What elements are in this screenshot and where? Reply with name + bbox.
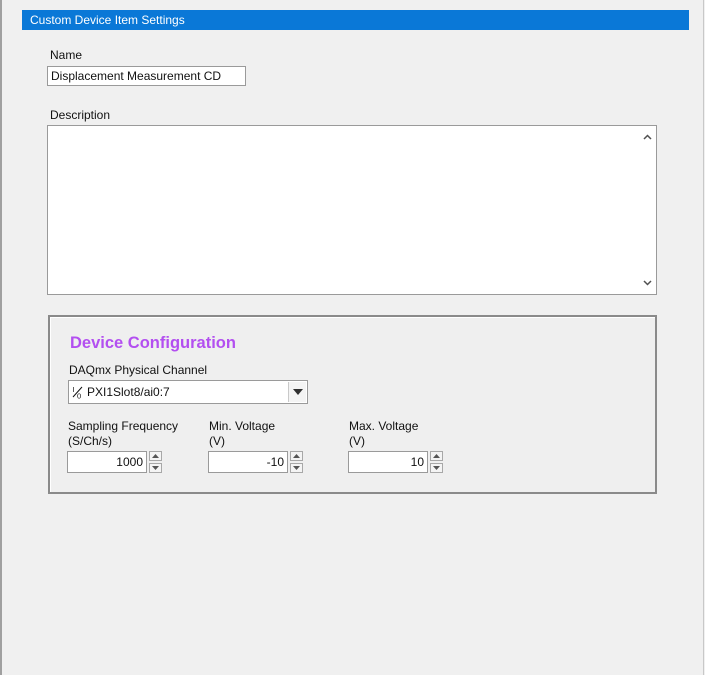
max-voltage-label: Max. Voltage [349,419,419,433]
sampling-frequency-input[interactable]: 1000 [67,451,147,473]
device-configuration-title: Device Configuration [70,334,236,352]
min-voltage-input[interactable]: -10 [208,451,288,473]
max-voltage-increment-icon[interactable] [430,451,443,461]
physical-channel-value: PXI1Slot8/ai0:7 [87,385,170,399]
window-right-border [703,0,704,675]
name-label: Name [50,48,83,62]
chevron-down-icon[interactable] [288,382,306,402]
svg-text:0: 0 [77,392,81,400]
name-input[interactable]: Displacement Measurement CD [47,66,246,86]
physical-channel-combo[interactable]: I 0 PXI1Slot8/ai0:7 [68,380,308,404]
min-voltage-unit-label: (V) [209,434,225,448]
section-title-bar: Custom Device Item Settings [22,10,689,30]
description-label: Description [50,108,111,122]
sampling-frequency-decrement-icon[interactable] [149,463,162,473]
max-voltage-unit-label: (V) [349,434,365,448]
min-voltage-decrement-icon[interactable] [290,463,303,473]
section-title: Custom Device Item Settings [30,13,185,27]
max-voltage-input[interactable]: 10 [348,451,428,473]
description-textarea[interactable] [47,125,657,295]
max-voltage-decrement-icon[interactable] [430,463,443,473]
min-voltage-label: Min. Voltage [209,419,276,433]
scroll-down-icon[interactable] [639,275,655,291]
sampling-frequency-label: Sampling Frequency [68,419,179,433]
io-channel-icon: I 0 [72,385,84,401]
sampling-frequency-increment-icon[interactable] [149,451,162,461]
description-scrollbar[interactable] [639,127,655,293]
sampling-frequency-unit-label: (S/Ch/s) [68,434,113,448]
svg-text:I: I [73,385,75,394]
min-voltage-increment-icon[interactable] [290,451,303,461]
window-left-border [0,0,2,675]
scroll-up-icon[interactable] [639,129,655,145]
physical-channel-label: DAQmx Physical Channel [69,363,208,377]
